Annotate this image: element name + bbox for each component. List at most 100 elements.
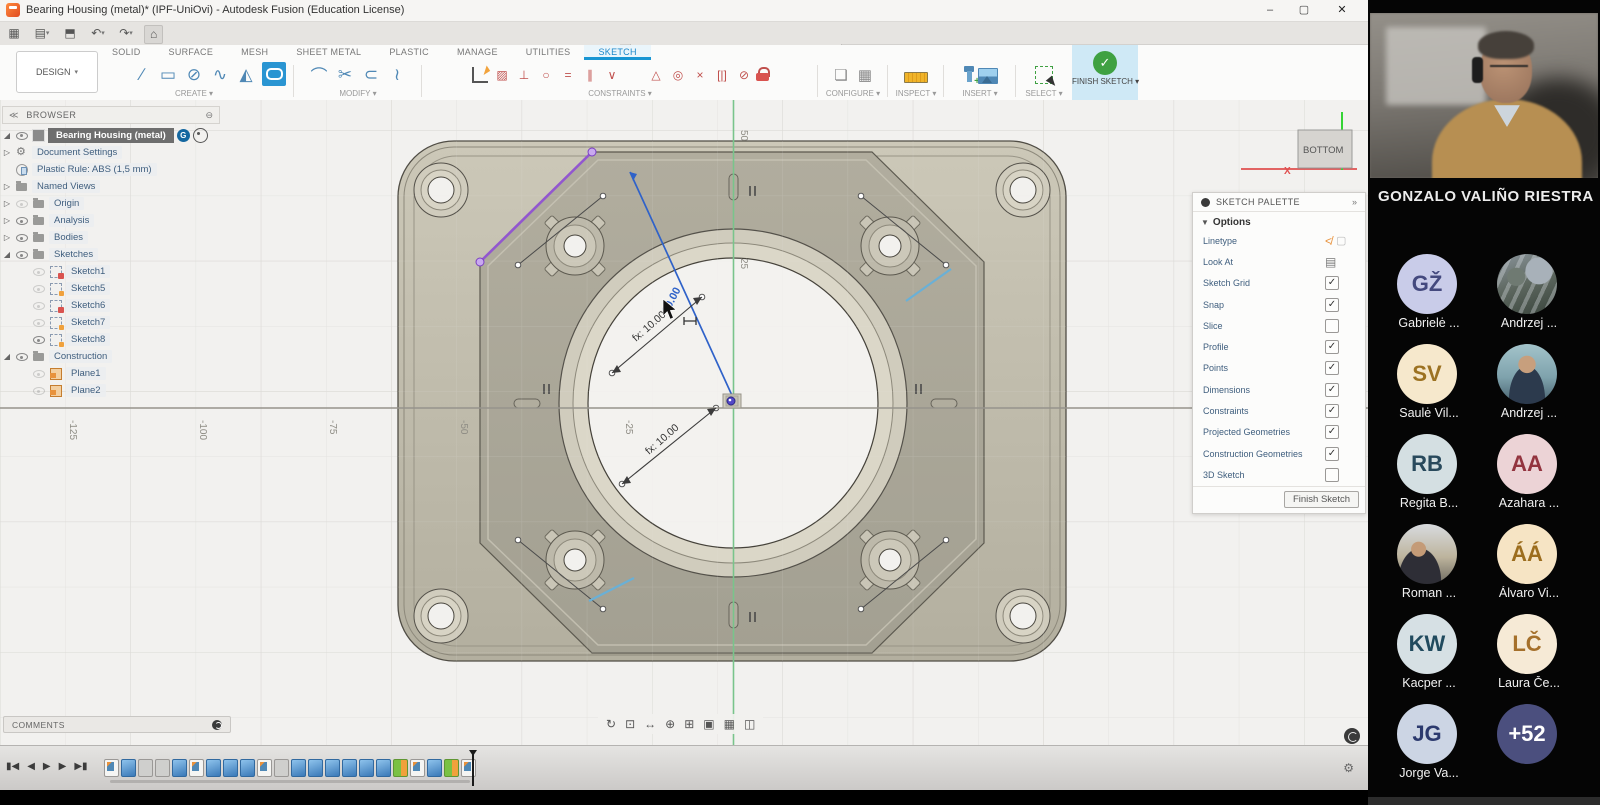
inspect-group-label[interactable]: INSPECT ▾ [896,89,937,100]
palette-option-row[interactable]: Sketch Grid [1193,273,1365,294]
timeline-feature[interactable] [444,759,459,777]
tree-item-label[interactable]: Bodies [49,231,88,244]
visibility-eye-icon[interactable] [32,265,46,279]
timeline-feature[interactable] [206,759,221,777]
visibility-eye-icon[interactable] [15,248,29,262]
visibility-eye-icon[interactable] [32,333,46,347]
hatch-constraint-icon[interactable]: ▨ [492,63,512,87]
timeline-feature[interactable] [172,759,187,777]
browser-item[interactable]: Sketch5 [2,280,220,297]
slot-tool-icon[interactable] [262,62,286,86]
option-control[interactable] [1325,447,1355,461]
visibility-eye-icon[interactable] [15,350,29,364]
expand-arrow-icon[interactable] [2,352,12,361]
ribbon-tab[interactable]: SHEET METAL [282,45,375,60]
option-control[interactable] [1325,361,1355,375]
insert-image-icon[interactable] [978,68,998,84]
ribbon-tab[interactable]: UTILITIES [512,45,585,60]
timeline-feature[interactable] [155,759,170,777]
modify-group-label[interactable]: MODIFY ▾ [339,89,376,100]
tree-item-label[interactable]: Sketch5 [66,282,110,295]
ribbon-tab[interactable]: SOLID [98,45,155,60]
tree-item-label[interactable]: Sketch8 [66,333,110,346]
palette-option-row[interactable]: Profile [1193,336,1365,357]
expand-arrow-icon[interactable] [2,182,12,191]
option-control[interactable] [1325,425,1355,439]
expand-arrow-icon[interactable] [2,216,12,225]
trim-icon[interactable]: ✂ [333,63,357,87]
participant-tile[interactable]: Andrzej ... [1484,252,1574,342]
palette-option-row[interactable]: Projected Geometries [1193,422,1365,443]
timeline-feature[interactable] [308,759,323,777]
viewports-icon[interactable]: ◫ [744,717,755,731]
timeline-feature[interactable] [427,759,442,777]
close-window-button[interactable]: ✕ [1328,2,1356,19]
palette-option-row[interactable]: Look At [1193,251,1365,272]
sketch-dimension-icon[interactable] [470,65,490,85]
browser-item[interactable]: Plane2 [2,382,220,399]
step-back-button[interactable]: ◀ [27,761,35,772]
save-button[interactable]: ⬒ [62,25,78,42]
display-settings-icon[interactable]: ▣ [703,717,714,731]
browser-root-item[interactable]: Bearing Housing (metal) G [2,126,220,144]
midpoint-icon[interactable]: [|] [712,63,732,87]
cone-icon[interactable]: ◭ [234,63,258,87]
palette-option-row[interactable]: 3D Sketch [1193,464,1365,485]
fit-icon[interactable]: ⊞ [684,717,694,731]
insert-fastener-icon[interactable]: + [962,66,976,84]
minimize-button[interactable]: – [1256,2,1284,19]
comments-bar[interactable]: COMMENTS [3,716,231,733]
go-to-start-button[interactable]: ▮◀ [6,761,19,772]
visibility-eye-icon[interactable] [15,214,29,228]
fix-lock-icon[interactable] [756,67,770,82]
timeline-feature[interactable] [138,759,153,777]
timeline-feature[interactable] [410,759,425,777]
timeline-feature[interactable] [393,759,408,777]
expand-arrow-icon[interactable] [2,233,12,242]
palette-option-row[interactable]: Dimensions [1193,379,1365,400]
tree-item-label[interactable]: Document Settings [32,146,122,159]
tree-item-label[interactable]: Analysis [49,214,94,227]
participant-tile[interactable]: ÁÁ Álvaro Vi... [1484,522,1574,612]
finish-sketch-button[interactable]: ✓ FINISH SKETCH ▾ [1072,45,1138,100]
panel-options-icon[interactable]: ⊖ [205,110,213,121]
ribbon-tab[interactable]: SKETCH [584,45,650,60]
timeline-feature[interactable] [240,759,255,777]
timeline-feature[interactable] [257,759,272,777]
maximize-button[interactable]: ▢ [1290,2,1318,19]
curve-icon[interactable]: ≀ [385,63,409,87]
collapse-panel-icon[interactable]: ≪ [9,110,18,121]
option-control[interactable] [1325,276,1355,290]
home-button[interactable]: ⌂ [144,25,163,44]
coincident-icon[interactable]: ○ [536,63,556,87]
select-cursor-icon[interactable] [1035,66,1053,84]
configuration-table-icon[interactable]: ▦ [854,66,876,84]
tree-item-label[interactable]: Sketch1 [66,265,110,278]
finish-sketch-palette-button[interactable]: Finish Sketch [1284,491,1359,508]
browser-item[interactable]: Bodies [2,229,220,246]
timeline-feature[interactable] [104,759,119,777]
palette-option-row[interactable]: Constraints [1193,400,1365,421]
timeline-gear-icon[interactable]: ⚙ [1343,761,1354,775]
tree-item-label[interactable]: Sketch6 [66,299,110,312]
rectangle-icon[interactable]: ▭ [156,63,180,87]
timeline-feature[interactable] [189,759,204,777]
timeline-feature[interactable] [342,759,357,777]
browser-item[interactable]: Named Views [2,178,220,195]
browser-item[interactable]: Sketch8 [2,331,220,348]
step-forward-button[interactable]: ▶ [59,761,67,772]
equal-icon[interactable]: = [558,63,578,87]
expand-arrow-icon[interactable] [2,148,12,157]
tree-item-label[interactable]: Named Views [32,180,100,193]
collinear-icon[interactable]: ∨ [602,63,622,87]
option-control[interactable] [1325,404,1355,418]
option-control[interactable] [1325,340,1355,354]
app-grid-icon[interactable]: ▦ [6,25,22,42]
tree-item-label[interactable]: Plastic Rule: ABS (1,5 mm) [32,163,157,176]
browser-item[interactable]: Origin [2,195,220,212]
configure-group-label[interactable]: CONFIGURE ▾ [826,89,880,100]
line-icon[interactable]: ∕ [130,63,154,87]
option-control[interactable] [1325,255,1355,269]
browser-item[interactable]: Document Settings [2,144,220,161]
palette-option-row[interactable]: Slice [1193,315,1365,336]
